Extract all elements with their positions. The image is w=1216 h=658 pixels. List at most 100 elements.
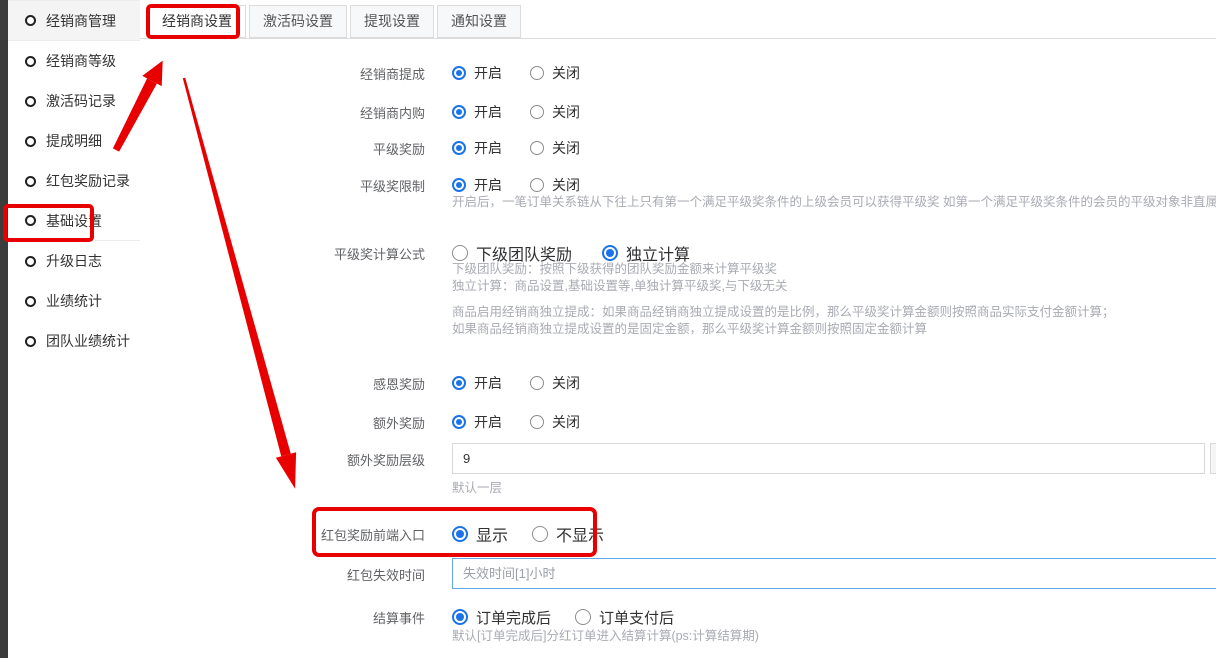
field-label: 红包失效时间 [140, 565, 425, 584]
field-label: 平级奖计算公式 [140, 244, 425, 263]
radio-label: 关闭 [552, 63, 580, 83]
radio-option-off[interactable]: 关闭 [530, 102, 580, 122]
radio-label: 开启 [474, 102, 502, 122]
sidebar-item-label: 升级日志 [46, 251, 102, 271]
radio-option-order-paid[interactable]: 订单支付后 [575, 607, 674, 628]
sidebar-item-label: 提成明细 [46, 131, 102, 151]
sidebar: 经销商管理 经销商等级 激活码记录 提成明细 红包奖励记录 基础设置 升级日志 … [8, 0, 140, 658]
field-label: 结算事件 [140, 608, 425, 627]
settings-tabbar: 经销商设置 激活码设置 提现设置 通知设置 [148, 5, 521, 38]
tab-notification-settings[interactable]: 通知设置 [437, 5, 521, 38]
radio-label: 开启 [474, 138, 502, 158]
input-addon-cutoff [1210, 443, 1216, 474]
main-content: 经销商设置 激活码设置 提现设置 通知设置 经销商提成 开启 关闭 经销商内购 … [140, 0, 1216, 658]
radio-unselected-icon[interactable] [530, 376, 544, 390]
sidebar-item-performance-stats[interactable]: 业绩统计 [8, 281, 140, 321]
radio-label: 开启 [474, 63, 502, 83]
sidebar-item-label: 业绩统计 [46, 291, 102, 311]
radio-label: 关闭 [552, 412, 580, 432]
radio-label: 关闭 [552, 138, 580, 158]
radio-selected-icon[interactable] [452, 66, 466, 80]
radio-label: 关闭 [552, 175, 580, 195]
radio-label: 不显示 [556, 522, 604, 546]
radio-option-hide[interactable]: 不显示 [532, 522, 604, 546]
circle-icon [25, 256, 36, 267]
extra-reward-levels-input[interactable] [452, 443, 1205, 474]
help-text-formula-line2: 独立计算：商品设置,基础设置等,单独计算平级奖,与下级无关 [452, 278, 1216, 295]
form-row-dealer-commission: 经销商提成 开启 关闭 [140, 62, 1216, 84]
field-label: 额外奖励层级 [140, 450, 425, 469]
sidebar-item-redpacket-reward-records[interactable]: 红包奖励记录 [8, 161, 140, 201]
radio-option-off[interactable]: 关闭 [530, 412, 580, 432]
field-label: 平级奖限制 [140, 176, 425, 195]
radio-label: 关闭 [552, 102, 580, 122]
radio-unselected-icon[interactable] [530, 105, 544, 119]
sidebar-item-label: 基础设置 [46, 211, 102, 231]
radio-unselected-icon[interactable] [530, 415, 544, 429]
radio-selected-icon[interactable] [452, 526, 468, 542]
radio-label: 订单支付后 [599, 607, 674, 628]
form-row-peer-reward-limit: 平级奖限制 开启 关闭 [140, 174, 1216, 196]
help-text-peer-reward-limit: 开启后，一笔订单关系链从下往上只有第一个满足平级奖条件的上级会员可以获得平级奖 … [452, 194, 1216, 211]
sidebar-item-label: 团队业绩统计 [46, 331, 130, 351]
help-text-settlement-event: 默认[订单完成后]分红订单进入结算计算(ps:计算结算期) [452, 628, 1216, 645]
radio-option-on[interactable]: 开启 [452, 102, 502, 122]
radio-option-off[interactable]: 关闭 [530, 175, 580, 195]
radio-option-on[interactable]: 开启 [452, 63, 502, 83]
form-row-extra-reward: 额外奖励 开启 关闭 [140, 411, 1216, 433]
radio-option-off[interactable]: 关闭 [530, 373, 580, 393]
redpacket-expiry-input[interactable] [452, 558, 1216, 589]
radio-unselected-icon[interactable] [575, 609, 591, 625]
radio-selected-icon[interactable] [452, 609, 468, 625]
radio-selected-icon[interactable] [452, 376, 466, 390]
radio-label: 显示 [476, 522, 508, 546]
field-label: 平级奖励 [140, 139, 425, 158]
radio-option-on[interactable]: 开启 [452, 412, 502, 432]
form-row-settlement-event: 结算事件 订单完成后 订单支付后 [140, 606, 1216, 628]
radio-unselected-icon[interactable] [532, 526, 548, 542]
sidebar-item-dealer-management[interactable]: 经销商管理 [8, 1, 140, 41]
note-independent-commission-line2: 如果商品经销商独立提成设置的是固定金额，那么平级奖计算金额则按照固定金额计算 [452, 321, 1216, 338]
field-label: 经销商提成 [140, 64, 425, 83]
radio-label: 订单完成后 [476, 607, 551, 628]
tab-dealer-settings[interactable]: 经销商设置 [148, 5, 246, 38]
sidebar-item-upgrade-log[interactable]: 升级日志 [8, 241, 140, 281]
circle-icon [25, 96, 36, 107]
sidebar-item-dealer-level[interactable]: 经销商等级 [8, 41, 140, 81]
field-label: 红包奖励前端入口 [140, 525, 425, 544]
sidebar-item-activation-code-records[interactable]: 激活码记录 [8, 81, 140, 121]
radio-selected-icon[interactable] [602, 245, 618, 261]
form-row-dealer-internal-purchase: 经销商内购 开启 关闭 [140, 101, 1216, 123]
circle-icon [25, 336, 36, 347]
radio-selected-icon[interactable] [452, 105, 466, 119]
radio-selected-icon[interactable] [452, 178, 466, 192]
radio-unselected-icon[interactable] [452, 245, 468, 261]
sidebar-item-commission-details[interactable]: 提成明细 [8, 121, 140, 161]
radio-option-on[interactable]: 开启 [452, 138, 502, 158]
radio-selected-icon[interactable] [452, 415, 466, 429]
radio-option-off[interactable]: 关闭 [530, 138, 580, 158]
radio-option-order-completed[interactable]: 订单完成后 [452, 607, 551, 628]
form-row-peer-reward: 平级奖励 开启 关闭 [140, 137, 1216, 159]
radio-unselected-icon[interactable] [530, 141, 544, 155]
radio-selected-icon[interactable] [452, 141, 466, 155]
radio-option-on[interactable]: 开启 [452, 175, 502, 195]
tab-withdrawal-settings[interactable]: 提现设置 [350, 5, 434, 38]
sidebar-item-label: 红包奖励记录 [46, 171, 130, 191]
help-text-default-one-level: 默认一层 [452, 480, 1216, 497]
sidebar-item-team-performance-stats[interactable]: 团队业绩统计 [8, 321, 140, 361]
window-left-rail [0, 0, 8, 658]
field-label: 感恩奖励 [140, 374, 425, 393]
radio-option-on[interactable]: 开启 [452, 373, 502, 393]
radio-unselected-icon[interactable] [530, 66, 544, 80]
radio-unselected-icon[interactable] [530, 178, 544, 192]
field-label: 额外奖励 [140, 413, 425, 432]
sidebar-item-basic-settings[interactable]: 基础设置 [8, 201, 140, 241]
radio-option-show[interactable]: 显示 [452, 522, 508, 546]
circle-icon [25, 215, 36, 226]
sidebar-item-label: 经销商管理 [46, 11, 116, 31]
radio-option-off[interactable]: 关闭 [530, 63, 580, 83]
circle-icon [25, 176, 36, 187]
tab-activation-code-settings[interactable]: 激活码设置 [249, 5, 347, 38]
form-row-redpacket-front-entry: 红包奖励前端入口 显示 不显示 [140, 523, 1216, 545]
